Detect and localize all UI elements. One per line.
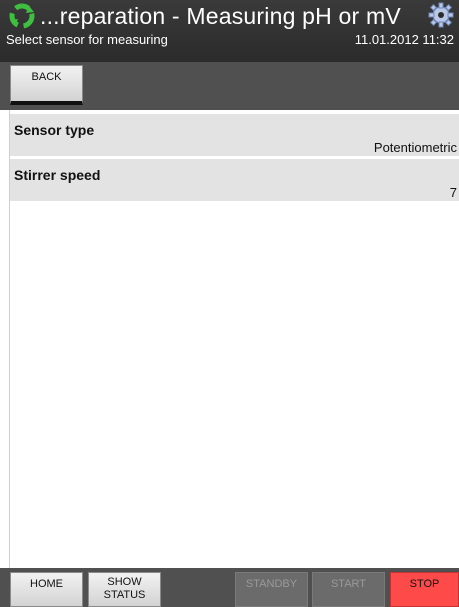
toolbar: BACK (0, 62, 459, 110)
show-status-label-line2: STATUS (103, 589, 146, 601)
datetime: 11.01.2012 11:32 (354, 32, 454, 47)
title-bar: ...reparation - Measuring pH or mV Selec… (0, 0, 459, 62)
start-button[interactable]: START (312, 572, 385, 607)
page-title: ...reparation - Measuring pH or mV (40, 3, 401, 29)
parameter-list: Sensor type Potentiometric Stirrer speed… (10, 110, 459, 570)
stop-button[interactable]: STOP (390, 572, 459, 607)
gear-icon[interactable] (428, 2, 454, 28)
screen: ...reparation - Measuring pH or mV Selec… (0, 0, 459, 607)
show-status-label-line1: SHOW (107, 576, 142, 588)
field-value: Potentiometric (373, 140, 457, 155)
show-status-button[interactable]: SHOW STATUS (88, 572, 161, 607)
recycle-icon (9, 3, 35, 29)
subtitle: Select sensor for measuring (6, 32, 168, 47)
field-label: Sensor type (14, 122, 95, 138)
field-value: 7 (449, 185, 457, 200)
home-button[interactable]: HOME (10, 572, 83, 607)
back-button[interactable]: BACK (10, 65, 83, 105)
standby-button[interactable]: STANDBY (235, 572, 308, 607)
stirrer-speed-field[interactable]: Stirrer speed 7 (10, 159, 459, 201)
footer-bar: HOME SHOW STATUS STANDBY START STOP (0, 568, 459, 607)
field-label: Stirrer speed (14, 167, 101, 183)
sensor-type-field[interactable]: Sensor type Potentiometric (10, 114, 459, 156)
